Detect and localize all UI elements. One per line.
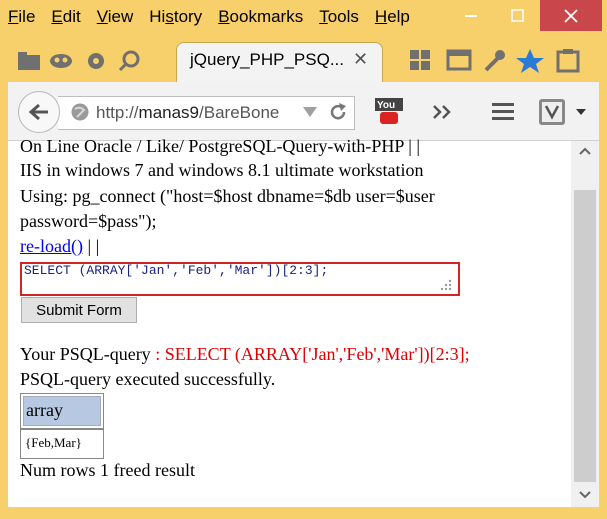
window-bottom-border <box>8 507 599 519</box>
scroll-down-icon[interactable] <box>578 490 592 500</box>
reload-link[interactable]: re-load() <box>20 236 83 256</box>
search-icon[interactable] <box>118 50 140 72</box>
maximize-button[interactable] <box>494 0 540 31</box>
your-query-value: : SELECT (ARRAY['Jan','Feb','Mar'])[2:3]… <box>150 344 470 364</box>
back-button[interactable] <box>18 91 60 133</box>
close-window-button[interactable] <box>540 0 602 31</box>
toolbar-icons-right <box>410 49 580 73</box>
query-text: SELECT (ARRAY['Jan','Feb','Mar'])[2:3]; <box>24 263 329 278</box>
menu-tools[interactable]: Tools <box>319 7 359 27</box>
gear-icon[interactable] <box>88 53 104 69</box>
reload-row: re-load() | | <box>20 236 99 257</box>
mask-icon[interactable] <box>50 54 72 68</box>
globe-icon <box>71 103 89 121</box>
scrollbar-thumb[interactable] <box>574 190 596 482</box>
reload-icon[interactable] <box>328 102 348 122</box>
scroll-up-icon[interactable] <box>578 146 592 156</box>
menu-help[interactable]: Help <box>375 7 410 27</box>
usage-line: Using: pg_connect ("host=$host dbname=$d… <box>20 186 435 206</box>
resize-grip-icon[interactable] <box>439 278 453 292</box>
page-title-line: On Line Oracle / Like/ PostgreSQL-Query-… <box>20 136 420 156</box>
url-text: http://manas9/BareBone <box>96 103 280 122</box>
youtube-icon[interactable]: You <box>374 97 404 127</box>
tiles-icon[interactable] <box>410 50 430 70</box>
table-header: array <box>26 400 63 420</box>
reload-separator: | | <box>82 236 100 256</box>
close-icon <box>564 8 578 23</box>
menu-bookmarks[interactable]: Bookmarks <box>218 7 303 27</box>
tab-title: jQuery_PHP_PSQ... <box>190 50 345 69</box>
wrench-icon[interactable] <box>484 50 505 72</box>
menu-edit[interactable]: Edit <box>51 7 80 27</box>
usage-line-cont: password=$pass"); <box>20 211 157 231</box>
clipboard-icon[interactable] <box>556 49 580 73</box>
minimize-icon <box>465 14 477 17</box>
window-icon[interactable] <box>446 49 472 71</box>
toolbar-icons-left <box>18 50 140 72</box>
star-icon[interactable] <box>516 49 544 73</box>
dropdown-arrow-icon[interactable] <box>302 106 318 118</box>
overflow-chevron-icon[interactable] <box>432 104 454 120</box>
footer-text: Num rows 1 freed result <box>20 460 195 480</box>
menu-file[interactable]: File <box>8 7 35 27</box>
menu-history[interactable]: History <box>149 7 202 27</box>
back-arrow-icon <box>29 103 48 121</box>
menu-view[interactable]: View <box>97 7 134 27</box>
svg-text:You: You <box>377 100 395 111</box>
maximize-icon <box>510 9 524 22</box>
tab-close-icon[interactable]: ✕ <box>353 49 368 70</box>
description-line: IIS in windows 7 and windows 8.1 ultimat… <box>20 160 424 180</box>
hamburger-menu-icon[interactable] <box>490 100 518 124</box>
table-cell: {Feb,Mar} <box>25 435 82 450</box>
submit-form-button[interactable]: Submit Form <box>21 297 137 323</box>
your-query-row: Your PSQL-query : SELECT (ARRAY['Jan','F… <box>20 344 470 365</box>
menu-bar: File Edit View History Bookmarks Tools H… <box>8 0 426 34</box>
your-query-label: Your PSQL-query <box>20 344 151 364</box>
status-text: PSQL-query executed successfully. <box>20 369 276 389</box>
folder-icon[interactable] <box>18 52 40 70</box>
addon-shield-icon[interactable] <box>538 97 590 127</box>
minimize-button[interactable] <box>448 0 494 31</box>
